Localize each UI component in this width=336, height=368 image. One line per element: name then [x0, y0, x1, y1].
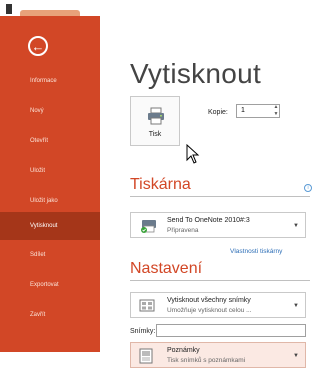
printer-heading-rule	[130, 196, 310, 197]
layout-title: Poznámky	[167, 347, 200, 354]
print-button-label: Tisk	[148, 131, 162, 138]
sidebar-item-novy[interactable]: Nový	[0, 96, 100, 126]
back-arrow-icon[interactable]: ←	[28, 36, 48, 56]
slides-input[interactable]	[156, 324, 306, 337]
layout-select[interactable]: Poznámky Tisk snímků s poznámkami ▼	[130, 342, 306, 368]
layout-desc: Tisk snímků s poznámkami	[167, 357, 246, 364]
print-pane: Vytisknout Tisk Kopie: 1 ▲ ▼ Tiskárna i S…	[100, 16, 336, 368]
printer-icon	[148, 107, 164, 125]
top-strip-dark-mark	[6, 4, 12, 14]
sidebar-item-sdilet[interactable]: Sdílet	[0, 240, 100, 270]
mouse-cursor-icon	[186, 144, 200, 164]
settings-heading: Nastavení	[130, 260, 203, 277]
slides-label: Snímky:	[130, 328, 156, 335]
window-top-strip	[0, 0, 336, 16]
printer-status: Připravena	[167, 227, 199, 234]
settings-heading-rule	[130, 280, 310, 281]
print-button[interactable]: Tisk	[130, 96, 180, 146]
info-icon[interactable]: i	[304, 184, 312, 192]
sidebar-item-ulozit[interactable]: Uložit	[0, 156, 100, 186]
chevron-down-icon: ▼	[293, 353, 299, 359]
print-range-select[interactable]: Vytisknout všechny snímky Umožňuje vytis…	[130, 292, 306, 318]
printer-properties-link[interactable]: Vlastnosti tiskárny	[230, 248, 282, 255]
printer-name: Send To OneNote 2010#:3	[167, 217, 250, 224]
sidebar-item-zavrit[interactable]: Zavřít	[0, 300, 100, 330]
printer-ready-icon	[141, 220, 156, 233]
slides-icon	[139, 299, 155, 312]
page-title: Vytisknout	[130, 58, 262, 89]
print-range-title: Vytisknout všechny snímky	[167, 297, 251, 304]
printer-heading: Tiskárna	[130, 176, 191, 193]
copies-label: Kopie:	[208, 109, 228, 116]
sidebar-item-vytisknout[interactable]: Vytisknout	[0, 212, 100, 240]
sidebar-item-exportovat[interactable]: Exportovat	[0, 270, 100, 300]
sidebar-item-otevrit[interactable]: Otevřít	[0, 126, 100, 156]
print-range-desc: Umožňuje vytisknout celou ...	[167, 307, 252, 314]
backstage-sidebar: ← Informace Nový Otevřít Uložit Uložit j…	[0, 16, 100, 352]
sidebar-item-informace[interactable]: Informace	[0, 66, 100, 96]
printer-select[interactable]: Send To OneNote 2010#:3 Připravena ▼	[130, 212, 306, 238]
copies-spinner-icon[interactable]: ▲ ▼	[272, 104, 280, 118]
chevron-down-icon: ▼	[293, 223, 299, 229]
chevron-down-icon: ▼	[293, 303, 299, 309]
notes-page-icon	[139, 348, 153, 364]
